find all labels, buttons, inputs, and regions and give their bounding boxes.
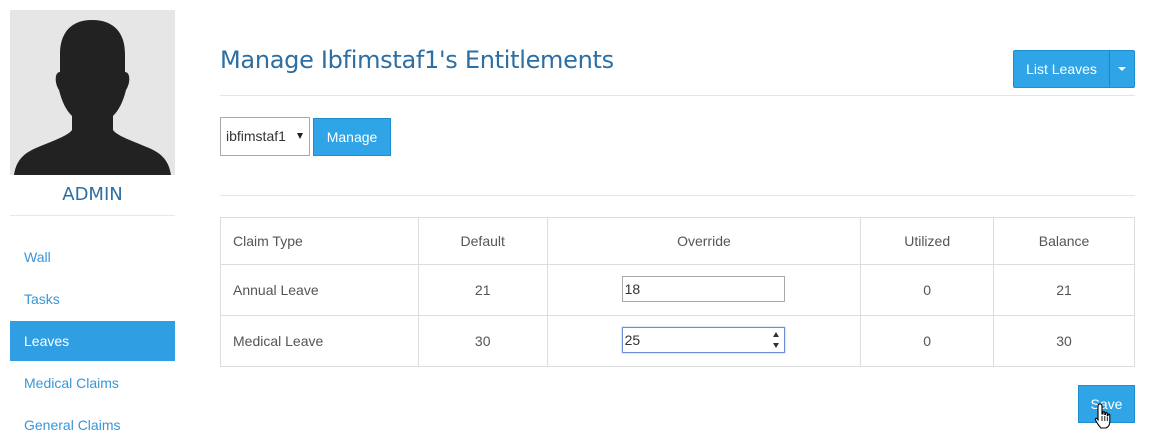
- balance-cell: 30: [993, 315, 1135, 367]
- sidebar-item-leaves[interactable]: Leaves: [10, 321, 175, 361]
- sidebar-item-wall[interactable]: Wall: [10, 236, 175, 278]
- manage-button[interactable]: Manage: [313, 118, 391, 156]
- chevron-down-icon[interactable]: [1110, 51, 1134, 87]
- divider: [220, 195, 1135, 196]
- utilized-cell: 0: [860, 264, 995, 316]
- column-header: Balance: [993, 217, 1135, 265]
- number-spinner-icon[interactable]: [770, 330, 782, 350]
- override-input[interactable]: 18: [621, 276, 785, 302]
- override-cell: 18: [546, 264, 862, 316]
- table-row: Annual Leave 21 18 0 21: [220, 264, 1135, 316]
- column-header: Claim Type: [220, 217, 419, 265]
- list-leaves-label[interactable]: List Leaves: [1014, 51, 1110, 87]
- balance-cell: 21: [993, 264, 1135, 316]
- default-cell: 21: [417, 264, 548, 316]
- hand-pointer-icon: [1094, 403, 1111, 429]
- divider: [220, 95, 1135, 96]
- username: ADMIN: [10, 176, 175, 216]
- sidebar-nav: Wall Tasks Leaves Medical Claims General…: [10, 236, 175, 446]
- avatar: [10, 10, 175, 175]
- sidebar-item-medical-claims[interactable]: Medical Claims: [10, 362, 175, 404]
- list-leaves-button[interactable]: List Leaves: [1013, 50, 1135, 88]
- spin-up-icon[interactable]: [772, 332, 779, 337]
- sidebar-item-tasks[interactable]: Tasks: [10, 278, 175, 320]
- spin-down-icon[interactable]: [772, 343, 779, 348]
- table-row: Medical Leave 30 25 0 30: [220, 315, 1135, 367]
- table-header-row: Claim Type Default Override Utilized Bal…: [220, 217, 1135, 265]
- claim-type-cell: Annual Leave: [220, 264, 419, 316]
- sidebar-item-general-claims[interactable]: General Claims: [10, 404, 175, 446]
- page-title: Manage Ibfimstaf1's Entitlements: [220, 46, 614, 74]
- user-silhouette-icon: [14, 20, 171, 175]
- entitlements-table: Claim Type Default Override Utilized Bal…: [220, 217, 1135, 367]
- override-value: 25: [624, 332, 641, 348]
- override-input[interactable]: 25: [621, 327, 785, 353]
- utilized-cell: 0: [860, 315, 995, 367]
- override-cell: 25: [546, 315, 862, 367]
- employee-select-value: ibfimstaf1: [226, 128, 286, 144]
- column-header: Default: [417, 217, 548, 265]
- dropdown-arrow-icon: [297, 133, 303, 139]
- column-header: Utilized: [860, 217, 995, 265]
- employee-select[interactable]: ibfimstaf1: [220, 117, 310, 156]
- column-header: Override: [546, 217, 862, 265]
- claim-type-cell: Medical Leave: [220, 315, 419, 367]
- default-cell: 30: [417, 315, 548, 367]
